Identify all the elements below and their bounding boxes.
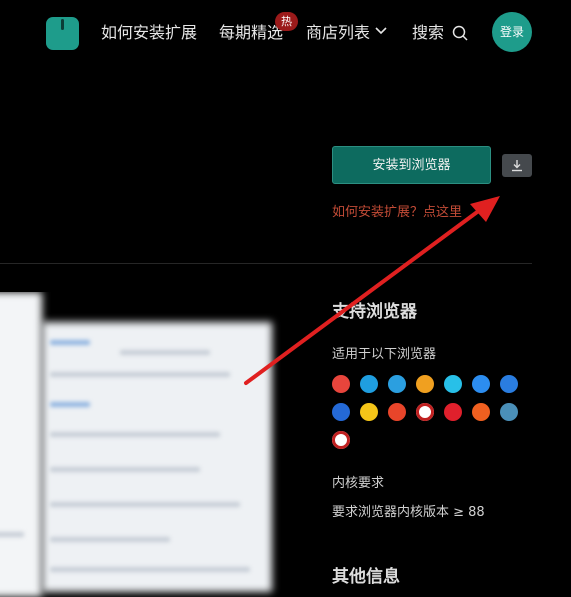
login-button[interactable]: 登录 — [492, 12, 532, 52]
nav-search[interactable]: 搜索 — [412, 22, 444, 44]
divider — [0, 263, 532, 264]
maxthon-icon — [332, 403, 350, 421]
nav-store-list[interactable]: 商店列表 — [306, 22, 370, 44]
sphere-browser-icon — [500, 403, 518, 421]
supported-browsers-subtitle: 适用于以下浏览器 — [332, 347, 437, 362]
browser-360-icon — [388, 375, 406, 393]
download-icon — [512, 160, 522, 172]
panda-browser-icon — [332, 431, 350, 449]
qq-browser-icon — [472, 375, 490, 393]
ie-icon — [444, 375, 462, 393]
kernel-requirement: 要求浏览器内核版本 ≥ 88 — [332, 505, 485, 520]
uc-browser-icon — [472, 403, 490, 421]
chrome-icon — [332, 375, 350, 393]
browser-colorful-icon — [416, 375, 434, 393]
supported-browsers-title: 支持浏览器 — [332, 302, 417, 322]
chevron-down-icon[interactable] — [374, 26, 388, 36]
extension-screenshot[interactable] — [0, 292, 290, 597]
yandex-icon — [416, 403, 434, 421]
other-info-title: 其他信息 — [332, 567, 400, 587]
cent-browser-icon — [388, 403, 406, 421]
star-browser-icon — [360, 403, 378, 421]
install-to-browser-button[interactable]: 安装到浏览器 — [332, 146, 491, 184]
nav-weekly-picks[interactable]: 每期精选 — [219, 22, 283, 44]
install-help-link[interactable]: 如何安装扩展？点这里 — [332, 201, 462, 220]
nav-how-to-install[interactable]: 如何安装扩展 — [101, 22, 197, 44]
opera-icon — [444, 403, 462, 421]
site-logo[interactable] — [46, 17, 79, 50]
hot-badge: 热 — [275, 12, 298, 31]
download-button[interactable] — [502, 154, 532, 177]
edge-icon — [360, 375, 378, 393]
sogou-browser-icon — [500, 375, 518, 393]
search-icon[interactable] — [452, 25, 468, 41]
kernel-title: 内核要求 — [332, 476, 385, 491]
